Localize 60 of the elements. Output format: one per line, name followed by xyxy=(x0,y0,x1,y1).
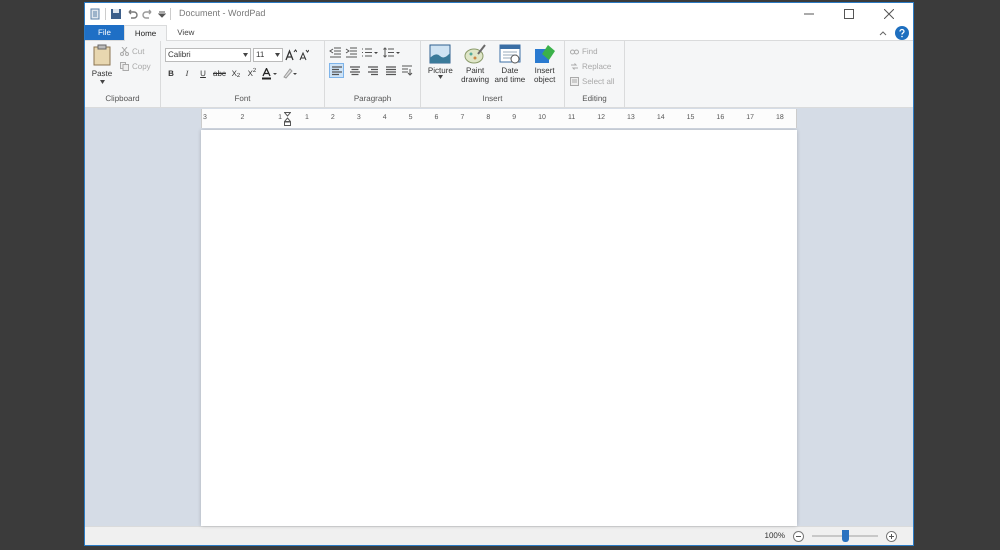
select-icon xyxy=(570,77,579,86)
close-icon[interactable] xyxy=(884,9,894,19)
group-label: Editing xyxy=(581,93,608,105)
paint-icon xyxy=(464,44,486,64)
zoom-in-icon[interactable] xyxy=(886,530,897,542)
insert-button[interactable]: Paint drawing xyxy=(460,44,490,84)
group-label: Font xyxy=(233,93,252,105)
bullet-list-icon xyxy=(361,47,379,58)
undo-icon[interactable] xyxy=(126,8,138,20)
copy-icon xyxy=(120,62,129,71)
insert-button[interactable]: Insert object xyxy=(529,44,560,84)
picture-icon xyxy=(429,44,452,64)
insert-button[interactable]: Picture xyxy=(425,44,456,79)
help-icon[interactable] xyxy=(895,26,909,40)
ribbon-tab[interactable]: Home xyxy=(124,25,168,41)
shrink-font-icon xyxy=(299,49,309,61)
customize-caret-icon[interactable] xyxy=(158,9,166,19)
increase-indent-icon xyxy=(345,47,357,58)
dropdown-caret-icon xyxy=(438,75,443,79)
grow-font-icon xyxy=(285,49,297,61)
find-icon xyxy=(570,47,579,56)
dropdown-caret-icon xyxy=(275,53,280,57)
group-label: Clipboard xyxy=(104,93,141,105)
zoom-slider-thumb[interactable] xyxy=(842,530,849,542)
format-button[interactable]: X$_{2}$ xyxy=(230,67,242,81)
collapse-ribbon-icon[interactable] xyxy=(879,30,887,36)
dropdown-caret-icon xyxy=(100,80,104,84)
clipboard-icon xyxy=(93,44,111,66)
calendar-icon xyxy=(498,44,521,64)
save-icon[interactable] xyxy=(110,8,122,20)
zoom-out-icon[interactable] xyxy=(793,530,804,542)
group-label: Paragraph xyxy=(352,93,392,105)
replace-icon xyxy=(570,62,579,71)
highlighter-icon xyxy=(282,68,298,80)
dropdown-caret-icon xyxy=(243,53,248,57)
group-label: Insert xyxy=(481,93,504,105)
font-size-field[interactable]: 11 xyxy=(253,48,283,62)
text-color-icon xyxy=(262,68,278,80)
ribbon-tab[interactable]: View xyxy=(167,25,204,40)
line-spacing-icon xyxy=(383,47,401,58)
format-button[interactable]: abc xyxy=(213,67,226,81)
insert-button[interactable]: Date and time xyxy=(494,44,526,84)
format-button[interactable]: X$^{2}$ xyxy=(246,67,258,81)
redo-icon[interactable] xyxy=(142,8,154,20)
decrease-indent-icon xyxy=(329,47,341,58)
indent-marker-icon[interactable] xyxy=(284,112,291,126)
paragraph-icon xyxy=(401,65,413,76)
document-icon xyxy=(89,8,101,20)
font-name-field[interactable]: Calibri xyxy=(165,48,251,62)
paste-button[interactable]: Paste xyxy=(89,44,115,84)
maximize-icon[interactable] xyxy=(844,9,854,19)
format-button[interactable]: U xyxy=(197,67,209,81)
format-button[interactable]: I xyxy=(181,67,193,81)
object-icon xyxy=(534,44,556,64)
zoom-level: 100% xyxy=(764,530,785,542)
format-button[interactable]: B xyxy=(165,67,177,81)
window-title: Document - WordPad xyxy=(179,7,266,20)
cut-icon xyxy=(120,47,129,56)
align-button[interactable] xyxy=(329,63,344,78)
ribbon-tab[interactable]: File xyxy=(85,25,124,40)
